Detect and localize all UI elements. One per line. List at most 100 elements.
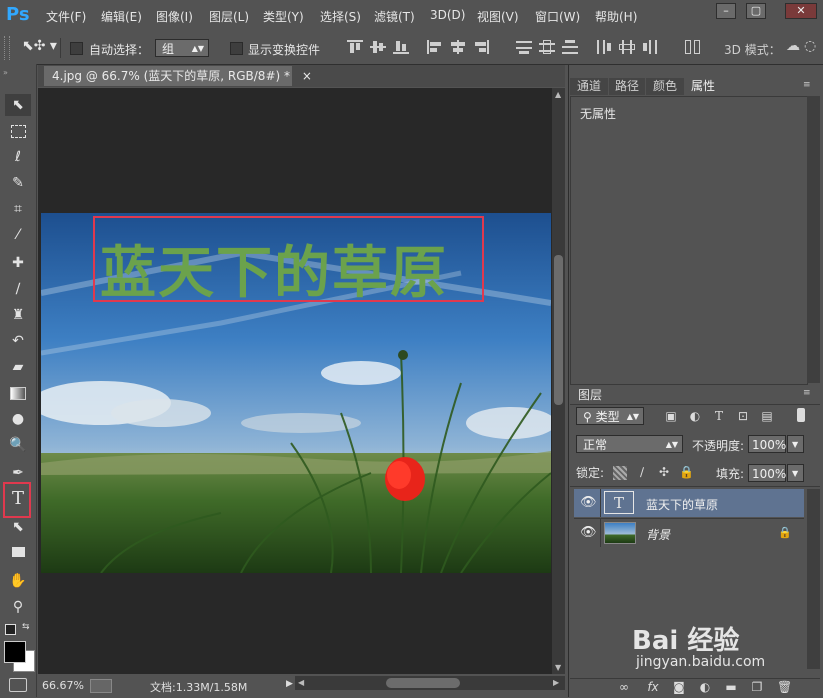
visibility-eye-icon[interactable]: 👁 (580, 525, 597, 540)
auto-align-layers-icon[interactable] (685, 40, 701, 54)
quick-select-tool-icon[interactable]: ✎ (5, 172, 31, 194)
layers-scrollbar[interactable] (807, 489, 820, 669)
tab-paths[interactable]: 路径 (609, 78, 645, 95)
status-preview-icon[interactable] (90, 679, 112, 693)
grip-handle[interactable] (4, 36, 10, 60)
zoom-tool-icon[interactable]: ⚲ (5, 596, 31, 618)
distribute-bottom-icon[interactable] (562, 40, 578, 54)
new-group-icon[interactable]: ▬ (724, 680, 738, 694)
lock-position-icon[interactable]: ✣ (657, 465, 671, 479)
distribute-left-icon[interactable] (596, 40, 612, 54)
menu-help[interactable]: 帮助(H) (595, 8, 637, 25)
distribute-hcenter-icon[interactable] (619, 40, 635, 54)
align-bottom-icon[interactable] (393, 40, 409, 54)
rectangle-tool-icon[interactable] (5, 542, 31, 564)
tab-layers[interactable]: 图层 (570, 386, 610, 404)
hand-tool-icon[interactable]: ✋ (5, 570, 31, 592)
blend-mode-dropdown[interactable]: 正常 ▲▼ (576, 435, 683, 453)
opacity-dropdown-icon[interactable]: ▼ (787, 435, 804, 453)
layer-row-background[interactable]: 👁 背景 🔒 (574, 518, 804, 547)
collapse-panel-icon[interactable]: » (3, 68, 8, 77)
status-menu-arrow-icon[interactable]: ▶ (286, 679, 293, 689)
eraser-tool-icon[interactable]: ▰ (5, 356, 31, 378)
filter-pixel-icon[interactable]: ▣ (664, 409, 678, 423)
scroll-right-icon[interactable]: ▶ (553, 678, 559, 687)
healing-brush-tool-icon[interactable]: ✚ (5, 252, 31, 274)
quick-mask-icon[interactable] (9, 678, 27, 692)
move-tool-icon[interactable]: ⬉ (5, 94, 31, 116)
show-transform-checkbox[interactable] (230, 42, 243, 55)
foreground-color-swatch[interactable] (4, 641, 26, 663)
3d-orbit-icon[interactable]: ☁ (786, 38, 800, 54)
panel-menu-icon[interactable]: ≡ (803, 80, 811, 90)
new-adjustment-layer-icon[interactable]: ◐ (698, 680, 712, 694)
lasso-tool-icon[interactable]: ℓ (5, 146, 31, 168)
scroll-up-icon[interactable]: ▲ (555, 90, 561, 99)
path-selection-tool-icon[interactable]: ⬉ (5, 516, 31, 538)
filter-type-icon[interactable]: T (712, 409, 726, 423)
tab-properties[interactable]: 属性 (685, 78, 721, 95)
layers-menu-icon[interactable]: ≡ (803, 388, 811, 398)
menu-filter[interactable]: 滤镜(T) (374, 8, 415, 25)
scroll-left-icon[interactable]: ◀ (298, 678, 304, 687)
layer-row-text[interactable]: 👁 T 蓝天下的草原 (574, 489, 804, 517)
clone-stamp-tool-icon[interactable]: ♜ (5, 304, 31, 326)
distribute-vcenter-icon[interactable] (539, 40, 555, 54)
layer-filter-dropdown[interactable]: ⚲ 类型 ▲▼ (576, 407, 644, 425)
layer-name[interactable]: 蓝天下的草原 (646, 496, 718, 513)
new-layer-icon[interactable]: ❐ (750, 680, 764, 694)
dodge-tool-icon[interactable]: 🔍 (5, 434, 31, 456)
menu-window[interactable]: 窗口(W) (535, 8, 580, 25)
brush-tool-icon[interactable]: ∕ (5, 278, 31, 300)
pen-tool-icon[interactable]: ✒ (5, 462, 31, 484)
crop-tool-icon[interactable]: ⌗ (5, 198, 31, 220)
gradient-tool-icon[interactable] (5, 382, 31, 404)
add-mask-icon[interactable]: ◙ (672, 680, 686, 694)
default-colors-icon[interactable] (5, 624, 16, 635)
menu-type[interactable]: 类型(Y) (263, 8, 304, 25)
restore-button[interactable]: ▢ (746, 3, 766, 19)
filter-toggle-icon[interactable] (797, 408, 805, 422)
menu-file[interactable]: 文件(F) (46, 8, 86, 25)
filter-adjustment-icon[interactable]: ◐ (688, 409, 702, 423)
menu-select[interactable]: 选择(S) (320, 8, 361, 25)
history-brush-tool-icon[interactable]: ↶ (5, 330, 31, 352)
zoom-level[interactable]: 66.67% (42, 679, 84, 692)
distribute-right-icon[interactable] (642, 40, 658, 54)
align-hcenter-icon[interactable] (450, 40, 466, 54)
swap-colors-icon[interactable]: ⇆ (22, 622, 30, 632)
align-top-icon[interactable] (347, 40, 363, 54)
link-layers-icon[interactable]: ∞ (617, 680, 631, 694)
tab-channels[interactable]: 通道 (570, 78, 608, 95)
filter-shape-icon[interactable]: ⊡ (736, 409, 750, 423)
distribute-top-icon[interactable] (516, 40, 532, 54)
lock-transparent-icon[interactable] (613, 466, 627, 480)
fill-dropdown-icon[interactable]: ▼ (787, 464, 804, 482)
layer-name[interactable]: 背景 (646, 526, 670, 543)
delete-layer-icon[interactable]: 🗑 (777, 680, 792, 694)
lock-pixels-icon[interactable]: ∕ (635, 465, 649, 479)
align-vcenter-icon[interactable] (370, 40, 386, 54)
menu-image[interactable]: 图像(I) (156, 8, 193, 25)
menu-view[interactable]: 视图(V) (477, 8, 519, 25)
auto-select-checkbox[interactable] (70, 42, 83, 55)
auto-select-dropdown[interactable]: 组 ▲▼ (155, 39, 209, 57)
3d-roll-icon[interactable]: ◌ (804, 38, 816, 54)
tab-color[interactable]: 颜色 (646, 78, 684, 95)
align-left-icon[interactable] (427, 40, 443, 54)
eyedropper-tool-icon[interactable]: ⁄ (5, 224, 31, 246)
horizontal-scroll-thumb[interactable] (386, 678, 460, 688)
move-tool-preset-icon[interactable]: ⬉✣ ▾ (22, 38, 57, 54)
lock-all-icon[interactable]: 🔒 (679, 465, 694, 479)
close-tab-icon[interactable]: × (302, 69, 312, 83)
menu-layer[interactable]: 图层(L) (209, 8, 249, 25)
marquee-tool-icon[interactable] (5, 120, 31, 142)
layer-style-icon[interactable]: fx (646, 680, 660, 694)
opacity-input[interactable]: 100% (748, 435, 786, 453)
visibility-eye-icon[interactable]: 👁 (580, 495, 597, 510)
menu-3d[interactable]: 3D(D) (430, 8, 465, 22)
filter-smart-object-icon[interactable]: ▤ (760, 409, 774, 423)
align-right-icon[interactable] (473, 40, 489, 54)
menu-edit[interactable]: 编辑(E) (101, 8, 142, 25)
document-tab[interactable]: 4.jpg @ 66.7% (蓝天下的草原, RGB/8#) * × (44, 66, 312, 86)
